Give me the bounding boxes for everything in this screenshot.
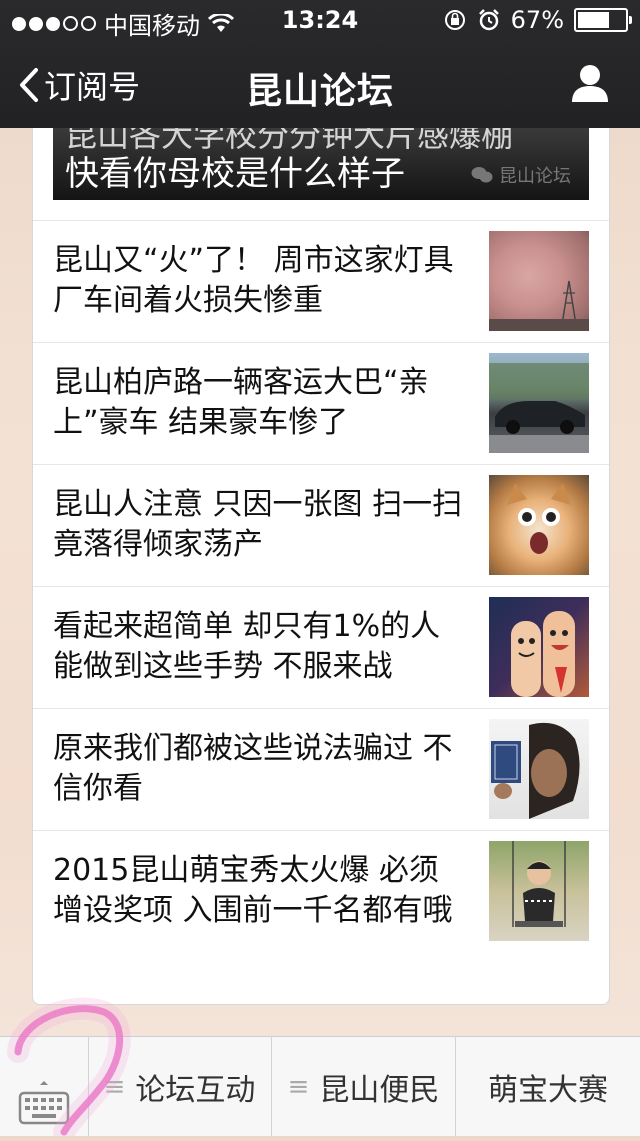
wechat-icon [471, 167, 493, 183]
article-thumbnail [489, 841, 589, 941]
page-title: 昆山论坛 [245, 71, 394, 112]
list-item[interactable]: 昆山又“火”了！ 周市这家灯具厂车间着火损失惨重 [33, 220, 609, 342]
list-item[interactable]: 原来我们都被这些说法骗过 不信你看 [33, 708, 609, 830]
article-title: 2015昆山萌宝秀太火爆 必须增设奖项 入围前一千名都有哦 [53, 853, 453, 928]
banner-headline: 快看你母校是什么样子 [65, 154, 405, 194]
menu-icon: ≡ [287, 1072, 310, 1102]
tab-label: 昆山便民 [319, 1073, 440, 1108]
status-right: 67% [443, 6, 632, 34]
menu-tab-baby-contest[interactable]: 萌宝大赛 [456, 1037, 640, 1137]
keyboard-toggle-button[interactable] [0, 1037, 89, 1137]
list-item[interactable]: 昆山人注意 只因一张图 扫一扫竟落得倾家荡产 [33, 464, 609, 586]
battery-icon [574, 8, 632, 32]
menu-tab-kunshan-services[interactable]: ≡ 昆山便民 [272, 1037, 456, 1137]
keyboard-icon [18, 1081, 70, 1125]
bottom-menu-bar: ≡ 论坛互动 ≡ 昆山便民 萌宝大赛 [0, 1036, 640, 1137]
article-thumbnail [489, 231, 589, 331]
tab-label: 论坛互动 [135, 1073, 256, 1108]
person-icon [572, 65, 608, 102]
article-card: 昆山各大学校分分钟大片感爆棚 快看你母校是什么样子 昆山论坛 昆山又“火”了！ … [32, 128, 610, 1005]
alarm-icon [478, 9, 499, 31]
article-title: 原来我们都被这些说法骗过 不信你看 [53, 731, 453, 806]
article-thumbnail [489, 353, 589, 453]
banner-watermark: 昆山论坛 [471, 162, 571, 188]
menu-icon: ≡ [103, 1072, 126, 1102]
rotation-lock-icon [444, 10, 465, 30]
status-bar: 中国移动 13:24 67% [0, 0, 640, 40]
tab-label: 萌宝大赛 [488, 1073, 608, 1108]
list-item[interactable]: 看起来超简单 却只有1%的人能做到这些手势 不服来战 [33, 586, 609, 708]
profile-button[interactable] [570, 62, 610, 106]
list-item[interactable]: 2015昆山萌宝秀太火爆 必须增设奖项 入围前一千名都有哦 [33, 830, 609, 980]
article-title: 昆山又“火”了！ 周市这家灯具厂车间着火损失惨重 [53, 243, 454, 318]
top-bar: 中国移动 13:24 67% 订阅号 昆山论坛 [0, 0, 640, 128]
article-thumbnail [489, 475, 589, 575]
article-thumbnail [489, 719, 589, 819]
article-title: 昆山人注意 只因一张图 扫一扫竟落得倾家荡产 [53, 487, 463, 562]
featured-article-banner[interactable]: 昆山各大学校分分钟大片感爆棚 快看你母校是什么样子 昆山论坛 [53, 128, 589, 200]
article-list: 昆山又“火”了！ 周市这家灯具厂车间着火损失惨重 昆山柏庐路一辆客运大巴“亲上”… [33, 220, 609, 980]
article-title: 昆山柏庐路一辆客运大巴“亲上”豪车 结果豪车惨了 [53, 365, 429, 440]
article-thumbnail [489, 597, 589, 697]
watermark-text: 昆山论坛 [499, 166, 571, 187]
list-item[interactable]: 昆山柏庐路一辆客运大巴“亲上”豪车 结果豪车惨了 [33, 342, 609, 464]
menu-tab-forum-interaction[interactable]: ≡ 论坛互动 [88, 1037, 272, 1137]
article-title: 看起来超简单 却只有1%的人能做到这些手势 不服来战 [53, 609, 441, 684]
battery-percent: 67% [510, 6, 564, 34]
navigation-bar: 订阅号 昆山论坛 [0, 40, 640, 128]
